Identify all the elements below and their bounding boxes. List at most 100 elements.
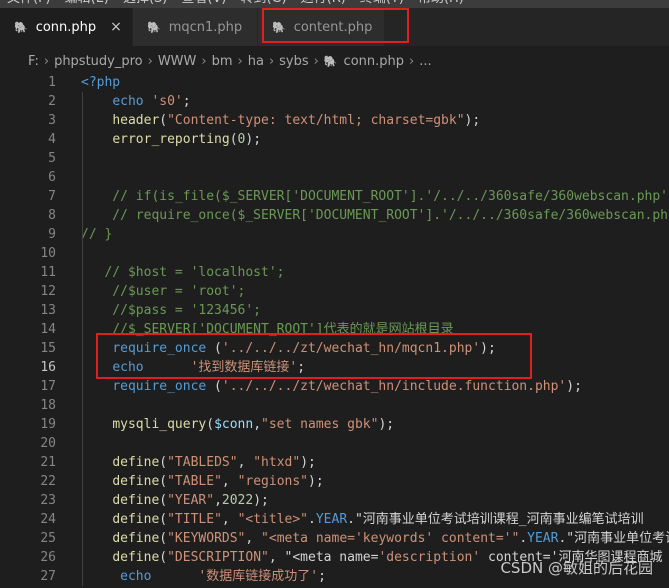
code-line[interactable]: 25 define("KEYWORDS", "<meta name='keywo… [0,529,669,548]
code-line[interactable]: 11 // $host = 'localhost'; [0,263,669,282]
code-line[interactable]: 10 [0,244,669,263]
menu-bar: 文件(F) 编辑(E) 选择(S) 查看(V) 转到(G) 运行(R) 终端(T… [0,0,669,8]
watermark: CSDN @敏姐的后花园 [500,559,653,577]
code-line[interactable]: 4 error_reporting(0); [0,130,669,149]
code-line[interactable]: 22 define("TABLE", "regions"); [0,472,669,491]
close-icon[interactable]: × [110,19,122,35]
line-number: 20 [40,436,56,451]
code-line[interactable]: 19 mysqli_query($conn,"set names gbk"); [0,415,669,434]
code-text: // } [81,227,113,242]
line-number: 4 [48,132,56,147]
code-text: require_once ('../../../zt/wechat_hn/inc… [112,379,582,394]
breadcrumb-item[interactable]: ha [248,54,264,69]
line-number: 3 [48,113,56,128]
code-text: // if(is_file($_SERVER['DOCUMENT_ROOT'].… [81,189,669,204]
code-line[interactable]: 13 //$pass = '123456'; [0,301,669,320]
line-number: 18 [40,398,56,413]
chevron-right-icon: › [147,53,153,69]
highlight-box-code [96,333,532,379]
code-text: define("KEYWORDS", "<meta name='keywords… [112,531,669,546]
line-number: 23 [40,493,56,508]
chevron-right-icon: › [201,53,207,69]
code-line[interactable]: 9 // } [0,225,669,244]
highlight-box-tab [262,8,409,43]
code-text: define("TABLE", "regions"); [112,474,324,489]
line-number: 22 [40,474,56,489]
code-text: define("YEAR",2022); [112,493,269,508]
code-text: echo '数据库链接成功了'; [120,569,326,584]
breadcrumb-item[interactable]: ... [419,54,431,69]
tab-conn-php[interactable]: 🐘 conn.php × [0,8,133,46]
line-number: 5 [48,151,56,166]
code-text: error_reporting(0); [112,132,262,147]
line-number: 11 [40,265,56,280]
menu-go[interactable]: 转到(G) [233,0,293,8]
chevron-right-icon: › [43,53,50,69]
line-number: 12 [40,284,56,299]
line-number: 25 [40,531,56,546]
code-text: define("TITLE", "<title>".YEAR."河南事业单位考试… [112,512,644,527]
menu-selection[interactable]: 选择(S) [116,0,174,8]
line-number: 24 [40,512,56,527]
breadcrumb-item[interactable]: bm [212,54,233,69]
code-line[interactable]: 17 require_once ('../../../zt/wechat_hn/… [0,377,669,396]
code-text: // require_once($_SERVER['DOCUMENT_ROOT'… [81,208,669,223]
line-number: 13 [40,303,56,318]
line-number: 21 [40,455,56,470]
code-text: define("TABLEDS", "htxd"); [112,455,316,470]
line-number: 17 [40,379,56,394]
breadcrumb-item[interactable]: conn.php [344,54,404,69]
line-number: 16 [40,360,56,375]
line-number: 27 [40,569,56,584]
code-text: //$user = 'root'; [81,284,246,299]
line-number: 1 [48,75,56,90]
breadcrumb: F: › phpstudy_pro › WWW › bm › ha › sybs › 🐘 c… [0,50,669,72]
code-line[interactable]: 7 // if(is_file($_SERVER['DOCUMENT_ROOT'… [0,187,669,206]
menu-help[interactable]: 帮助(H) [411,0,471,8]
tab-mqcn1-php[interactable]: 🐘 mqcn1.php [133,8,258,46]
tab-label: conn.php [35,19,97,35]
php-elephant-icon: 🐘 [323,54,338,68]
code-line[interactable]: 23 define("YEAR",2022); [0,491,669,510]
line-number: 2 [48,94,56,109]
php-elephant-icon: 🐘 [14,20,28,34]
code-line[interactable]: 21 define("TABLEDS", "htxd"); [0,453,669,472]
chevron-right-icon: › [268,53,275,69]
breadcrumb-item[interactable]: F: [28,54,39,69]
code-editor[interactable]: 1 <?php 2 echo 's0'; 3 header("Content-type… [0,72,669,588]
code-text: echo 's0'; [112,94,191,109]
breadcrumb-item[interactable]: sybs [279,54,309,69]
indent-guide [82,92,83,586]
line-number: 9 [48,227,56,242]
code-text: //$pass = '123456'; [81,303,262,318]
line-number: 7 [48,189,56,204]
line-number: 6 [48,170,56,185]
line-number: 8 [48,208,56,223]
code-line[interactable]: 24 define("TITLE", "<title>".YEAR."河南事业单… [0,510,669,529]
code-text: <?php [81,75,121,90]
code-line[interactable]: 2 echo 's0'; [0,92,669,111]
menu-run[interactable]: 运行(R) [294,0,353,8]
code-line[interactable]: 3 header("Content-type: text/html; chars… [0,111,669,130]
code-line[interactable]: 8 // require_once($_SERVER['DOCUMENT_ROO… [0,206,669,225]
chevron-right-icon: › [237,53,243,69]
line-number: 14 [40,322,56,337]
code-line[interactable]: 12 //$user = 'root'; [0,282,669,301]
breadcrumb-item[interactable]: phpstudy_pro [54,54,143,69]
menu-terminal[interactable]: 终端(T) [353,0,411,8]
menu-file[interactable]: 文件(F) [0,0,58,8]
code-line[interactable]: 20 [0,434,669,453]
tab-label: mqcn1.php [168,19,243,35]
breadcrumb-item[interactable]: WWW [158,54,197,69]
line-number: 19 [40,417,56,432]
code-text: // $host = 'localhost'; [81,265,285,280]
code-text: mysqli_query($conn,"set names gbk"); [112,417,395,432]
code-line[interactable]: 5 [0,149,669,168]
menu-edit[interactable]: 编辑(E) [58,0,116,8]
line-number: 15 [40,341,56,356]
chevron-right-icon: › [409,53,415,69]
menu-view[interactable]: 查看(V) [174,0,233,8]
code-line[interactable]: 1 <?php [0,73,669,92]
code-line[interactable]: 18 [0,396,669,415]
code-line[interactable]: 6 [0,168,669,187]
